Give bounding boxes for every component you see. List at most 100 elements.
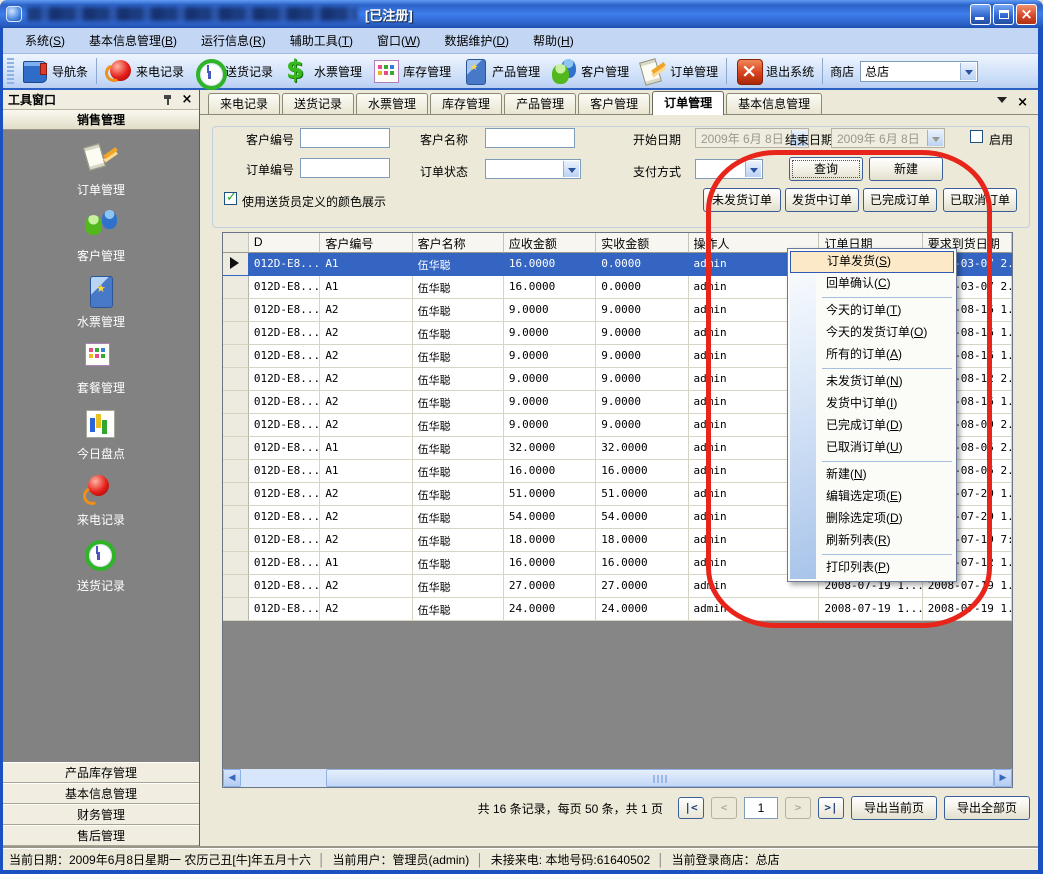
pay-method-select[interactable] <box>695 159 763 179</box>
chevron-down-icon[interactable] <box>563 161 579 177</box>
context-menu-item[interactable]: 新建(N) <box>790 464 954 486</box>
context-menu-item[interactable]: 回单确认(C) <box>790 273 954 295</box>
order-no-input[interactable] <box>300 158 390 178</box>
toolbar-button-2[interactable]: 来电记录 <box>100 55 189 87</box>
column-header[interactable]: 客户名称 <box>413 233 504 253</box>
first-page-button[interactable]: |< <box>678 797 704 819</box>
context-menu-item[interactable]: 今天的发货订单(O) <box>790 322 954 344</box>
tab-订单管理[interactable]: 订单管理 <box>652 91 724 115</box>
export-current-page-button[interactable]: 导出当前页 <box>851 796 937 820</box>
sidebar-group-bar[interactable]: 售后管理 <box>3 825 199 846</box>
context-menu-item[interactable]: 订单发货(S) <box>790 251 954 273</box>
context-menu-item[interactable]: 已完成订单(D) <box>790 415 954 437</box>
sidebar-close-icon[interactable]: × <box>180 93 194 107</box>
export-all-pages-button[interactable]: 导出全部页 <box>944 796 1030 820</box>
toolbar-button-1[interactable]: 导航条 <box>16 55 93 87</box>
chevron-down-icon[interactable] <box>745 161 761 177</box>
column-header[interactable]: 客户编号 <box>320 233 412 253</box>
horizontal-scrollbar[interactable]: ◀ ▶ <box>223 769 1012 787</box>
scroll-right-icon[interactable]: ▶ <box>994 769 1012 787</box>
menubar-item[interactable]: 帮助(H) <box>521 29 586 52</box>
context-menu-item[interactable]: 打印列表(P) <box>790 557 954 579</box>
tab-客户管理[interactable]: 客户管理 <box>578 93 650 114</box>
sidebar-group-bar[interactable]: 基本信息管理 <box>3 783 199 804</box>
cell-id: 012D-E8... <box>249 345 320 368</box>
prev-page-button[interactable]: < <box>711 797 737 819</box>
tab-基本信息管理[interactable]: 基本信息管理 <box>726 93 822 114</box>
sidebar-item[interactable]: 今日盘点 <box>41 406 161 472</box>
delivery-color-checkbox[interactable] <box>224 192 237 205</box>
status-filter-button[interactable]: 发货中订单 <box>785 188 859 212</box>
close-button[interactable]: × <box>1016 4 1037 25</box>
query-button[interactable]: 查询 <box>789 157 863 181</box>
context-menu-item[interactable]: 编辑选定项(E) <box>790 486 954 508</box>
sidebar-group-bar[interactable]: 财务管理 <box>3 804 199 825</box>
menubar-item[interactable]: 辅助工具(T) <box>278 29 365 52</box>
tab-送货记录[interactable]: 送货记录 <box>282 93 354 114</box>
status-filter-button[interactable]: 未发货订单 <box>703 188 781 212</box>
sidebar-group-bar[interactable]: 产品库存管理 <box>3 762 199 783</box>
toolbar-button-9[interactable]: 退出系统 <box>730 55 819 87</box>
last-page-button[interactable]: >| <box>818 797 844 819</box>
column-header[interactable]: D <box>249 233 320 253</box>
status-segment: 当前登录商店：总店 <box>672 851 780 868</box>
context-menu-item[interactable]: 刷新列表(R) <box>790 530 954 552</box>
context-menu-item[interactable]: 未发货订单(N) <box>790 371 954 393</box>
next-page-button[interactable]: > <box>785 797 811 819</box>
maximize-button[interactable] <box>993 4 1014 25</box>
customer-name-input[interactable] <box>485 128 575 148</box>
end-date-picker[interactable]: 2009年 6月 8日 <box>831 128 945 148</box>
customer-no-input[interactable] <box>300 128 390 148</box>
tab-水票管理[interactable]: 水票管理 <box>356 93 428 114</box>
column-header[interactable]: 实收金额 <box>596 233 688 253</box>
toolbar-button-5[interactable]: 库存管理 <box>367 55 456 87</box>
menubar-item[interactable]: 系统(S) <box>13 29 77 52</box>
menubar-item[interactable]: 基本信息管理(B) <box>77 29 189 52</box>
minimize-button[interactable] <box>970 4 991 25</box>
tab-close-icon[interactable]: × <box>1017 96 1028 109</box>
menubar-item[interactable]: 数据维护(D) <box>432 29 521 52</box>
toolbar-button-8[interactable]: 订单管理 <box>634 55 723 87</box>
context-menu-item[interactable]: 发货中订单(I) <box>790 393 954 415</box>
order-status-select[interactable] <box>485 159 581 179</box>
scrollbar-thumb[interactable] <box>326 769 994 787</box>
context-menu-item[interactable]: 所有的订单(A) <box>790 344 954 366</box>
column-header[interactable]: 应收金额 <box>504 233 596 253</box>
cell-order_date: 2008-07-19 1... <box>819 598 922 621</box>
sidebar-item[interactable]: 送货记录 <box>41 538 161 604</box>
sidebar-group-sales[interactable]: 销售管理 <box>3 110 199 130</box>
toolbar-button-4[interactable]: 水票管理 <box>278 55 367 87</box>
sidebar-item[interactable]: 来电记录 <box>41 472 161 538</box>
context-menu-item[interactable]: 今天的订单(T) <box>790 300 954 322</box>
context-menu-item[interactable]: 已取消订单(U) <box>790 437 954 459</box>
row-indicator <box>223 552 249 575</box>
toolbar-button-3[interactable]: 送货记录 <box>189 55 278 87</box>
toolbar-button-6[interactable]: 产品管理 <box>456 55 545 87</box>
tab-list-dropdown-icon[interactable] <box>997 97 1007 108</box>
product-book-icon <box>461 57 489 85</box>
scroll-left-icon[interactable]: ◀ <box>223 769 241 787</box>
context-menu-item[interactable]: 删除选定项(D) <box>790 508 954 530</box>
status-filter-button[interactable]: 已完成订单 <box>863 188 937 212</box>
new-button[interactable]: 新建 <box>869 157 943 181</box>
sidebar-item[interactable]: 套餐管理 <box>41 340 161 406</box>
table-row[interactable]: 012D-E8...A2伍华聪24.000024.0000admin2008-0… <box>223 598 1012 621</box>
sidebar-item[interactable]: 水票管理 <box>41 274 161 340</box>
tab-库存管理[interactable]: 库存管理 <box>430 93 502 114</box>
enable-label: 启用 <box>989 131 1013 148</box>
menubar-item[interactable]: 窗口(W) <box>365 29 432 52</box>
shop-combobox[interactable]: 总店 <box>860 61 978 82</box>
chevron-down-icon[interactable] <box>960 63 976 80</box>
menubar-item[interactable]: 运行信息(R) <box>189 29 278 52</box>
tab-产品管理[interactable]: 产品管理 <box>504 93 576 114</box>
pin-icon[interactable] <box>162 94 174 106</box>
sidebar-item[interactable]: 客户管理 <box>41 208 161 274</box>
cell-received: 0.0000 <box>596 276 688 299</box>
sidebar-item[interactable]: 订单管理 <box>41 142 161 208</box>
status-filter-button[interactable]: 已取消订单 <box>943 188 1017 212</box>
toolbar-grip[interactable] <box>7 58 14 84</box>
tab-来电记录[interactable]: 来电记录 <box>208 93 280 114</box>
page-number-input[interactable] <box>744 797 778 819</box>
toolbar-button-7[interactable]: 客户管理 <box>545 55 634 87</box>
enable-checkbox[interactable] <box>970 130 983 143</box>
